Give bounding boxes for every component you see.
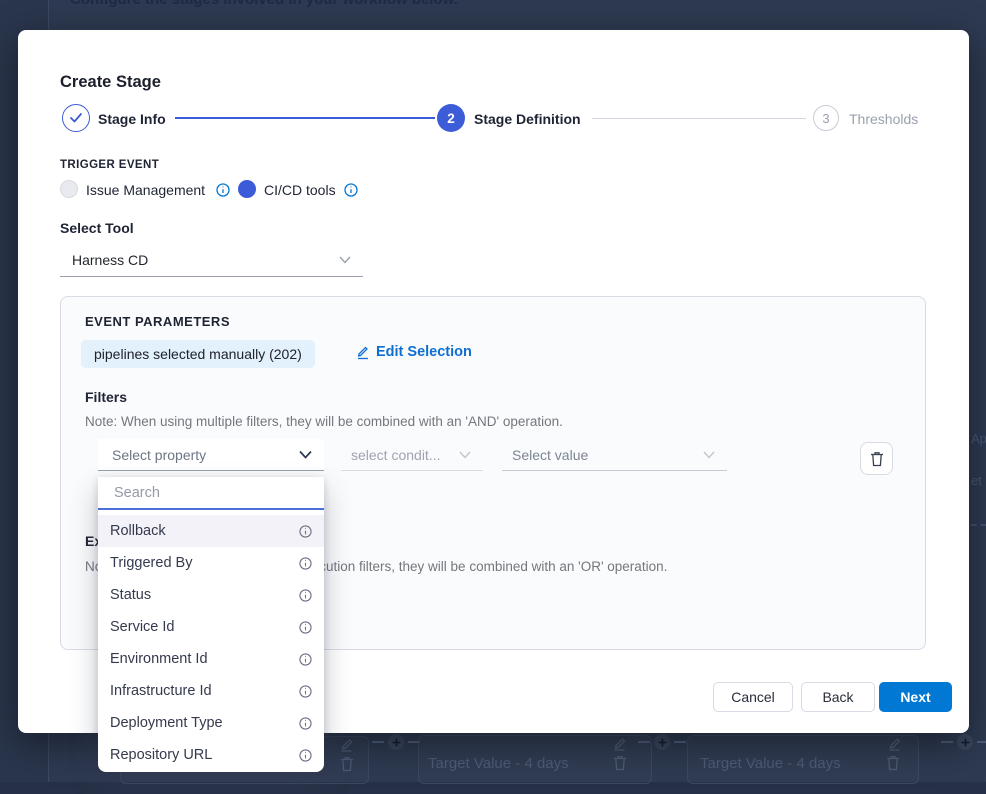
search-input[interactable]	[112, 484, 310, 502]
condition-select-placeholder: select condit...	[351, 447, 441, 463]
step-number: 3	[822, 111, 829, 126]
dropdown-item-rollback[interactable]: Rollback	[98, 515, 324, 547]
connector-dash	[977, 741, 986, 743]
info-icon[interactable]	[299, 685, 312, 698]
edit-icon	[339, 738, 354, 757]
trash-icon	[870, 451, 884, 467]
dropdown-item-infrastructure-id[interactable]: Infrastructure Id	[98, 675, 324, 707]
property-select[interactable]: Select property	[98, 439, 324, 471]
step-thresholds-indicator[interactable]: 3	[813, 105, 839, 131]
dropdown-item-label: Status	[110, 587, 151, 603]
info-icon[interactable]	[299, 717, 312, 730]
chevron-down-icon	[459, 451, 471, 459]
dropdown-item-status[interactable]: Status	[98, 579, 324, 611]
back-button[interactable]: Back	[801, 682, 875, 712]
step-number: 2	[447, 111, 455, 126]
dropdown-item-triggered-by[interactable]: Triggered By	[98, 547, 324, 579]
dropdown-item-label: Service Id	[110, 619, 174, 635]
event-parameters-title: EVENT PARAMETERS	[85, 314, 230, 329]
step-connector	[592, 118, 806, 119]
select-tool-label: Select Tool	[60, 220, 134, 236]
filters-note: Note: When using multiple filters, they …	[85, 414, 563, 429]
dialog-title: Create Stage	[60, 73, 161, 92]
info-icon[interactable]	[216, 183, 230, 197]
dropdown-list: Rollback Triggered By Status Service Id …	[98, 510, 324, 771]
workflow-stage-card: Target Value - 4 days	[687, 735, 919, 784]
radio-cicd-tools[interactable]	[238, 180, 256, 198]
step-stage-definition-label[interactable]: Stage Definition	[474, 111, 581, 127]
connector-dash	[372, 741, 384, 743]
condition-select[interactable]: select condit...	[341, 439, 483, 471]
dropdown-item-label: Triggered By	[110, 555, 192, 571]
dropdown-item-label: Deployment Type	[110, 715, 223, 731]
dimmed-dash	[971, 524, 986, 526]
property-select-placeholder: Select property	[112, 447, 206, 463]
chevron-down-icon	[339, 256, 351, 264]
trash-icon	[886, 755, 900, 776]
dimmed-text-fragment: Ap	[971, 431, 986, 446]
edit-selection-link[interactable]: Edit Selection	[355, 344, 472, 360]
dimmed-page-subtitle: Configure the stages involved in your wo…	[70, 0, 458, 8]
edit-icon	[355, 345, 370, 360]
trash-icon	[613, 755, 627, 776]
trigger-event-label: TRIGGER EVENT	[60, 159, 159, 171]
step-stage-info-label[interactable]: Stage Info	[98, 111, 166, 127]
dropdown-item-environment-id[interactable]: Environment Id	[98, 643, 324, 675]
tool-select[interactable]: Harness CD	[60, 244, 363, 277]
dropdown-item-label: Repository URL	[110, 747, 212, 763]
step-stage-definition-indicator[interactable]: 2	[437, 104, 465, 132]
value-select-placeholder: Select value	[512, 447, 588, 463]
dropdown-item-label: Infrastructure Id	[110, 683, 212, 699]
add-stage-button	[388, 734, 404, 750]
dropdown-item-label: Environment Id	[110, 651, 208, 667]
tool-select-value: Harness CD	[72, 252, 148, 268]
dimmed-text-fragment: et	[971, 473, 982, 488]
add-stage-button	[654, 734, 670, 750]
next-button[interactable]: Next	[879, 682, 952, 712]
property-dropdown: Rollback Triggered By Status Service Id …	[98, 477, 324, 772]
dropdown-search[interactable]	[98, 477, 324, 510]
execution-filters-note-tail: xecution filters, they will be combined …	[305, 559, 667, 574]
selection-summary-pill: pipelines selected manually (202)	[81, 340, 315, 368]
radio-cicd-tools-label[interactable]: CI/CD tools	[264, 182, 336, 198]
edit-selection-label: Edit Selection	[376, 344, 472, 360]
trash-icon	[340, 756, 354, 777]
check-icon	[69, 112, 83, 124]
workflow-stage-card: Target Value - 4 days	[418, 735, 652, 784]
connector-dash	[674, 741, 686, 743]
radio-issue-management-label[interactable]: Issue Management	[86, 182, 205, 198]
step-stage-info-indicator[interactable]	[62, 104, 90, 132]
stage-card-label: Target Value - 4 days	[428, 755, 569, 772]
dropdown-item-label: Rollback	[110, 523, 166, 539]
edit-icon	[612, 737, 627, 756]
dropdown-item-service-id[interactable]: Service Id	[98, 611, 324, 643]
step-thresholds-label[interactable]: Thresholds	[849, 111, 918, 127]
info-icon[interactable]	[299, 621, 312, 634]
info-icon[interactable]	[299, 749, 312, 762]
chevron-down-icon	[703, 451, 715, 459]
step-connector	[175, 117, 435, 119]
cancel-button[interactable]: Cancel	[713, 682, 793, 712]
info-icon[interactable]	[299, 525, 312, 538]
value-select[interactable]: Select value	[502, 439, 727, 471]
filters-title: Filters	[85, 389, 127, 405]
add-stage-button	[957, 734, 973, 750]
info-icon[interactable]	[299, 653, 312, 666]
create-stage-dialog: Create Stage Stage Info 2 Stage Definiti…	[18, 30, 969, 733]
connector-dash	[941, 741, 953, 743]
chevron-down-icon	[299, 450, 312, 459]
dropdown-item-deployment-type[interactable]: Deployment Type	[98, 707, 324, 739]
edit-icon	[887, 737, 902, 756]
screen: Configure the stages involved in your wo…	[0, 0, 986, 794]
stage-card-label: Target Value - 4 days	[700, 755, 841, 772]
info-icon[interactable]	[299, 557, 312, 570]
radio-issue-management[interactable]	[60, 180, 78, 198]
info-icon[interactable]	[344, 183, 358, 197]
delete-filter-button[interactable]	[860, 442, 893, 475]
connector-dash	[638, 741, 650, 743]
info-icon[interactable]	[299, 589, 312, 602]
dropdown-item-repository-url[interactable]: Repository URL	[98, 739, 324, 771]
